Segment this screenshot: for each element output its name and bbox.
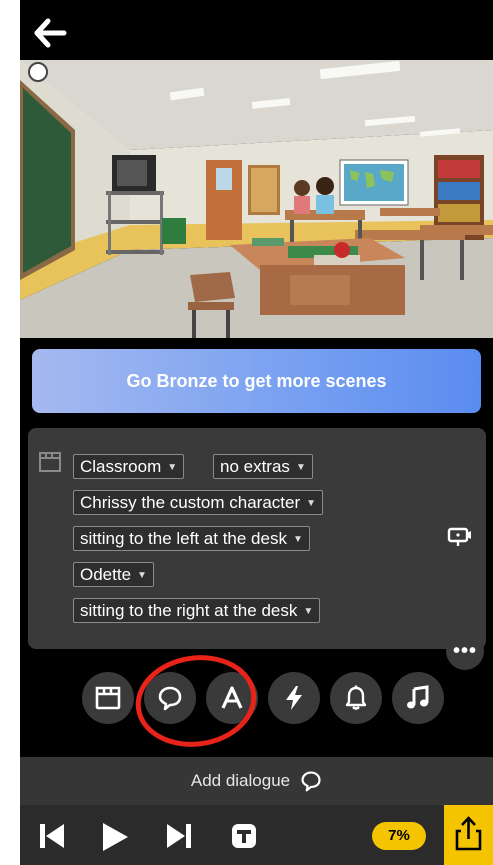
more-dots-icon: ••• [452,639,477,662]
progress-badge: 7% [372,822,426,850]
caret-down-icon: ▼ [137,570,147,581]
share-icon [455,816,482,851]
bell-icon [345,685,367,710]
caret-down-icon: ▼ [295,462,306,473]
location-select[interactable]: Classroom ▼ [73,454,185,479]
skip-to-start-icon[interactable] [38,822,68,850]
character2-position-select[interactable]: sitting to the right at the desk ▼ [73,598,321,623]
extras-select[interactable]: no extras ▼ [213,454,313,479]
clapperboard-icon [95,686,121,710]
caret-down-icon: ▼ [292,534,303,545]
caret-down-icon: ▼ [306,498,317,509]
text-icon [221,686,243,709]
speech-bubble-icon [301,771,321,792]
more-options-button[interactable]: ••• [446,632,484,670]
upgrade-banner[interactable]: Go Bronze to get more scenes [32,349,481,413]
sound-effect-tool-button[interactable] [330,672,382,724]
extras-select-value: no extras [220,457,290,476]
character1-position-value: sitting to the left at the desk [80,529,287,548]
character1-position-select[interactable]: sitting to the left at the desk ▼ [73,526,310,551]
progress-value: 7% [388,827,410,844]
add-dialogue-button[interactable]: Add dialogue [20,757,493,805]
app-screen: Go Bronze to get more scenes Classroom ▼ … [20,0,493,865]
character2-select-value: Odette [80,565,132,584]
character1-select[interactable]: Chrissy the custom character ▼ [73,490,324,515]
camera-button[interactable] [446,525,474,549]
character2-position-value: sitting to the right at the desk [80,601,298,620]
clapperboard-icon [39,452,61,472]
scene-preview[interactable] [20,60,493,338]
scene-tool-button[interactable] [82,672,134,724]
action-tool-button[interactable] [268,672,320,724]
music-note-icon [407,685,429,709]
add-dialogue-label: Add dialogue [190,771,291,790]
scene-settings-panel: Classroom ▼ no extras ▼ Chrissy the custom… [28,428,486,649]
play-icon[interactable] [100,822,130,852]
character2-select[interactable]: Odette ▼ [73,562,154,587]
speech-bubble-icon [158,686,182,711]
camera-icon [447,527,471,546]
arrow-left-icon [34,18,67,48]
header [20,0,493,60]
skip-forward-icon[interactable] [164,822,194,850]
dialogue-tool-button[interactable] [144,672,196,724]
upgrade-banner-label: Go Bronze to get more scenes [126,370,387,391]
music-tool-button[interactable] [392,672,444,724]
text-tool-button[interactable] [206,672,258,724]
character1-select-value: Chrissy the custom character [80,493,301,512]
share-button[interactable] [444,805,493,865]
back-button[interactable] [34,18,68,48]
location-select-value: Classroom [80,457,162,476]
caret-down-icon: ▼ [303,606,314,617]
text-box-icon[interactable] [231,823,257,849]
caret-down-icon: ▼ [167,462,178,473]
lightning-icon [286,686,302,710]
